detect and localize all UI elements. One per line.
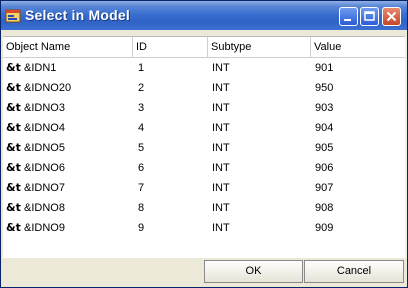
- cell-value: 950: [315, 82, 334, 94]
- table-row[interactable]: &t &IDNO20 2 INT 950: [3, 78, 405, 98]
- cell-id: 5: [138, 142, 145, 154]
- cell-subtype: INT: [212, 102, 230, 114]
- column-header-object-name[interactable]: Object Name: [3, 37, 133, 57]
- table-row[interactable]: &t &IDNO4 4 INT 904: [3, 118, 405, 138]
- maximize-icon: [364, 11, 375, 21]
- table-row[interactable]: &t &IDNO5 5 INT 905: [3, 138, 405, 158]
- cell-value: 905: [315, 142, 334, 154]
- ampersand-t-icon: &t: [6, 101, 21, 114]
- cell-value: 903: [315, 102, 334, 114]
- cell-id: 3: [138, 102, 145, 114]
- cell-object-name: &IDNO7: [24, 182, 65, 194]
- minimize-icon: [344, 19, 351, 21]
- cell-object-name: &IDN1: [24, 62, 57, 74]
- table-row[interactable]: &t &IDNO7 7 INT 907: [3, 178, 405, 198]
- app-icon: [5, 9, 21, 23]
- ampersand-t-icon: &t: [6, 141, 21, 154]
- table-row[interactable]: &t &IDNO8 8 INT 908: [3, 198, 405, 218]
- cell-id: 8: [138, 202, 145, 214]
- cell-object-name: &IDNO5: [24, 142, 65, 154]
- ok-button[interactable]: OK: [204, 260, 303, 283]
- cell-subtype: INT: [212, 202, 230, 214]
- close-button[interactable]: [382, 7, 401, 26]
- cell-object-name: &IDNO3: [24, 102, 65, 114]
- table-row[interactable]: &t &IDNO3 3 INT 903: [3, 98, 405, 118]
- cell-value: 901: [315, 62, 334, 74]
- cell-object-name: &IDNO4: [24, 122, 65, 134]
- window-title: Select in Model: [25, 7, 130, 23]
- ampersand-t-icon: &t: [6, 81, 21, 94]
- cancel-button[interactable]: Cancel: [304, 260, 404, 283]
- column-header-value[interactable]: Value: [311, 37, 405, 57]
- cell-id: 2: [138, 82, 145, 94]
- cell-value: 908: [315, 202, 334, 214]
- ampersand-t-icon: &t: [6, 61, 21, 74]
- object-table: Object Name ID Subtype Value &t &IDN1 1 …: [3, 36, 405, 259]
- cell-value: 904: [315, 122, 334, 134]
- cell-subtype: INT: [212, 62, 230, 74]
- cell-value: 906: [315, 162, 334, 174]
- cell-subtype: INT: [212, 142, 230, 154]
- cell-object-name: &IDNO8: [24, 202, 65, 214]
- cell-subtype: INT: [212, 182, 230, 194]
- cell-subtype: INT: [212, 162, 230, 174]
- cell-subtype: INT: [212, 122, 230, 134]
- table-row[interactable]: &t &IDNO9 9 INT 909: [3, 218, 405, 238]
- cell-object-name: &IDNO6: [24, 162, 65, 174]
- column-header-subtype[interactable]: Subtype: [208, 37, 311, 57]
- ampersand-t-icon: &t: [6, 221, 21, 234]
- cell-subtype: INT: [212, 222, 230, 234]
- table-row[interactable]: &t &IDN1 1 INT 901: [3, 58, 405, 78]
- cell-id: 6: [138, 162, 145, 174]
- cell-id: 7: [138, 182, 145, 194]
- column-header-id[interactable]: ID: [133, 37, 208, 57]
- table-edge: [405, 36, 407, 258]
- ampersand-t-icon: &t: [6, 181, 21, 194]
- cell-id: 4: [138, 122, 145, 134]
- cell-subtype: INT: [212, 82, 230, 94]
- maximize-button[interactable]: [360, 7, 379, 26]
- cell-object-name: &IDNO20: [24, 82, 72, 94]
- title-bar[interactable]: Select in Model: [1, 1, 407, 30]
- cell-value: 909: [315, 222, 334, 234]
- cell-id: 1: [138, 62, 145, 74]
- table-header: Object Name ID Subtype Value: [3, 37, 405, 58]
- table-row[interactable]: &t &IDNO6 6 INT 906: [3, 158, 405, 178]
- select-in-model-dialog: Select in Model Object Name ID Subtype V…: [0, 0, 408, 288]
- cell-value: 907: [315, 182, 334, 194]
- dialog-footer: OK Cancel: [1, 258, 407, 287]
- close-icon: [386, 11, 397, 22]
- cell-id: 9: [138, 222, 145, 234]
- ampersand-t-icon: &t: [6, 121, 21, 134]
- ampersand-t-icon: &t: [6, 201, 21, 214]
- ampersand-t-icon: &t: [6, 161, 21, 174]
- minimize-button[interactable]: [339, 7, 358, 26]
- cell-object-name: &IDNO9: [24, 222, 65, 234]
